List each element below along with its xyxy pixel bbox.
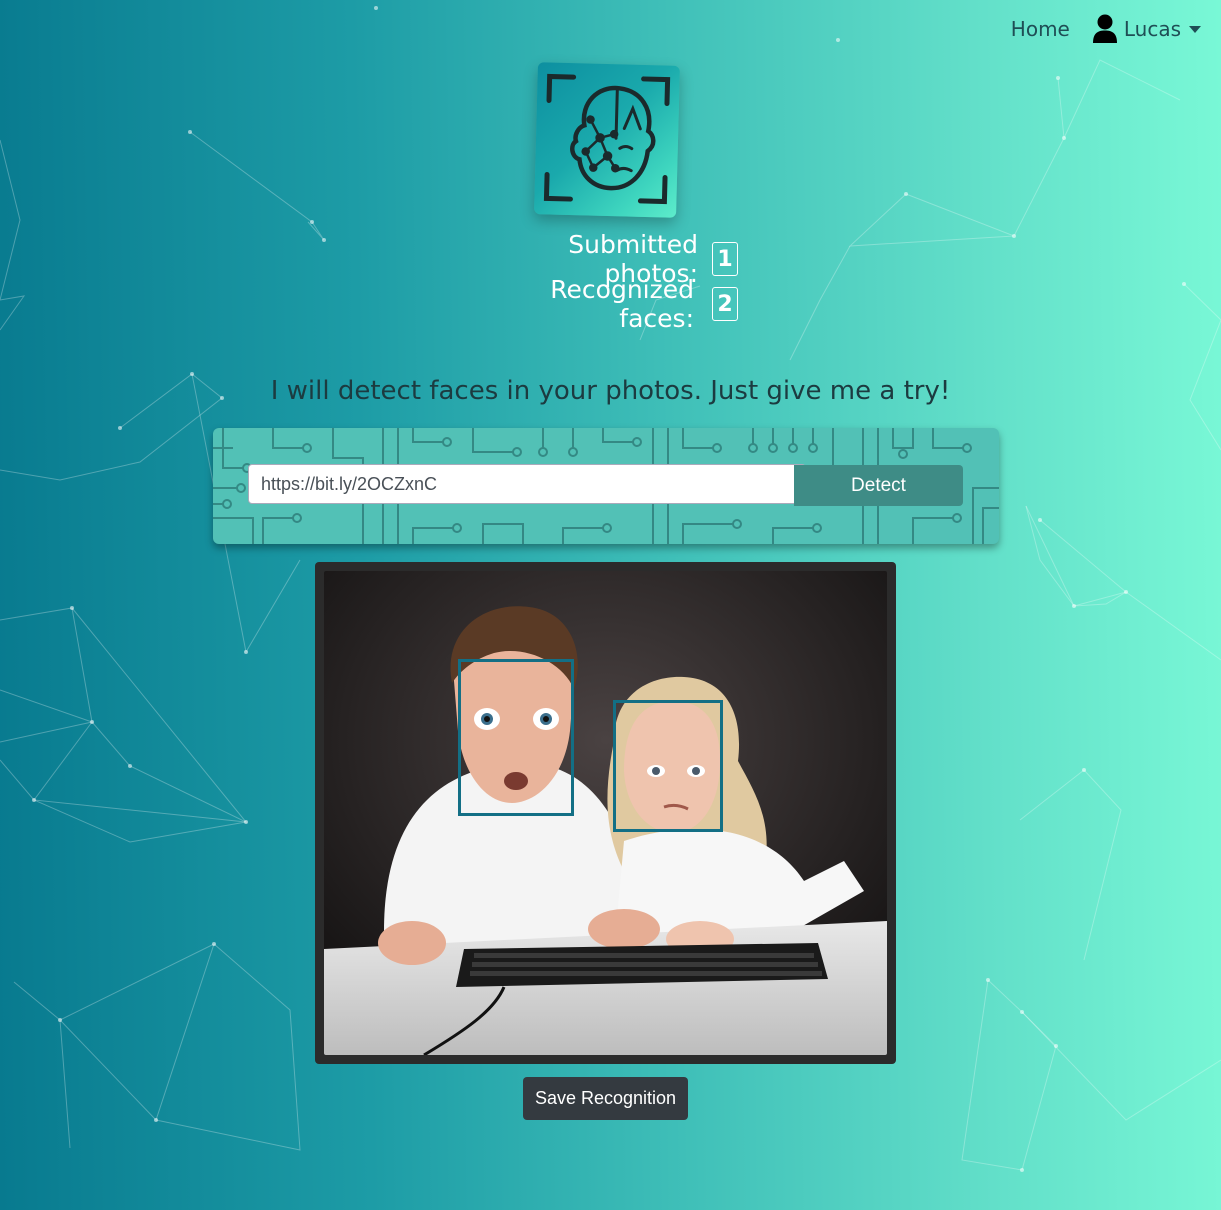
chevron-down-icon bbox=[1189, 25, 1201, 33]
user-menu-dropdown[interactable]: Lucas bbox=[1092, 14, 1201, 44]
user-name: Lucas bbox=[1123, 17, 1181, 41]
face-bounding-box bbox=[613, 700, 723, 832]
nav-home-link[interactable]: Home bbox=[1011, 17, 1070, 41]
top-nav: Home Lucas bbox=[1011, 14, 1201, 44]
face-bounding-box bbox=[458, 659, 574, 816]
face-scan-icon bbox=[543, 73, 671, 205]
face-scan-logo bbox=[534, 62, 680, 218]
analyzed-photo bbox=[324, 571, 887, 1055]
submitted-photos-count: 1 bbox=[712, 242, 738, 276]
save-recognition-button[interactable]: Save Recognition bbox=[523, 1077, 688, 1120]
recognized-faces-label: Recognized faces: bbox=[550, 275, 694, 333]
user-icon bbox=[1092, 14, 1117, 43]
recognized-faces-stat: Recognized faces: 2 bbox=[476, 275, 738, 333]
photo-illustration bbox=[324, 571, 887, 1055]
tagline-text: I will detect faces in your photos. Just… bbox=[270, 376, 951, 406]
recognized-faces-count: 2 bbox=[712, 287, 738, 321]
image-url-input[interactable] bbox=[248, 464, 806, 504]
detect-button[interactable]: Detect bbox=[794, 465, 963, 506]
